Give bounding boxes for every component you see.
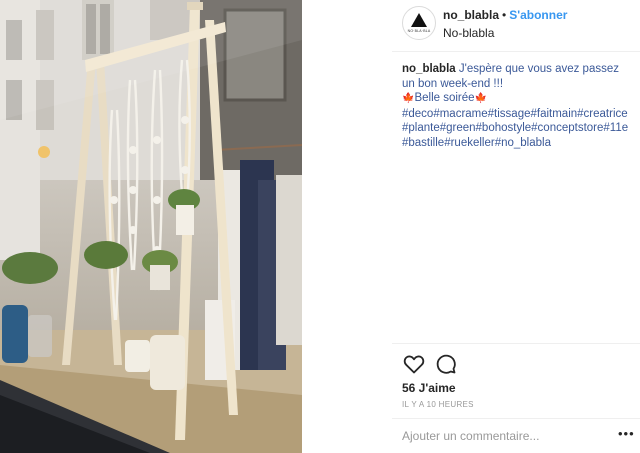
caption-username-link[interactable]: no_blabla [402,63,456,75]
follow-button[interactable]: S'abonner [509,8,567,22]
display-name: No-blabla [443,26,495,40]
separator-dot: • [502,8,507,22]
caption-line-3: 🍁Belle soirée🍁 [402,91,632,107]
caption-text-1: J'espère que vous avez passez [458,63,619,75]
avatar-logo-text: NO·BLA·BLA [407,29,431,33]
caption: no_blabla J'espère que vous avez passez … [402,62,632,151]
caption-line-1: no_blabla J'espère que vous avez passez [402,62,632,77]
maple-leaf-icon: 🍁 [474,93,487,105]
more-options-icon[interactable]: ••• [618,427,635,440]
post-header: NO·BLA·BLA no_blabla • S'abonner No-blabla [302,0,640,52]
hashtags-line-2[interactable]: #plante#green#bohostyle#conceptstore#11e [402,121,632,136]
comment-icon [436,354,456,374]
post-timestamp[interactable]: IL Y A 10 HEURES [402,400,474,409]
comment-divider [392,418,640,419]
post-side-panel: NO·BLA·BLA no_blabla • S'abonner No-blabla… [302,0,640,453]
username-link[interactable]: no_blabla [443,8,499,22]
caption-text-2: un bon week-end !!! [402,77,504,90]
likes-count[interactable]: 56 J'aime [402,381,456,395]
avatar-logo-triangle [411,13,427,27]
maple-leaf-icon: 🍁 [402,93,415,105]
actions-divider [392,343,640,344]
comment-input[interactable] [402,426,602,446]
header-divider [392,51,640,52]
hashtags-line-3[interactable]: #bastille#ruekeller#no_blabla [402,136,632,151]
comment-button[interactable] [434,352,458,376]
post-image-illustration [0,0,302,453]
hashtags-line-1[interactable]: #deco#macrame#tissage#faitmain#creatrice [402,107,632,122]
user-line: no_blabla • S'abonner [443,8,567,22]
caption-text-3: Belle soirée [414,92,475,105]
post-image[interactable] [0,0,302,453]
heart-icon [403,355,425,374]
like-button[interactable] [402,352,426,376]
avatar[interactable]: NO·BLA·BLA [402,6,436,40]
